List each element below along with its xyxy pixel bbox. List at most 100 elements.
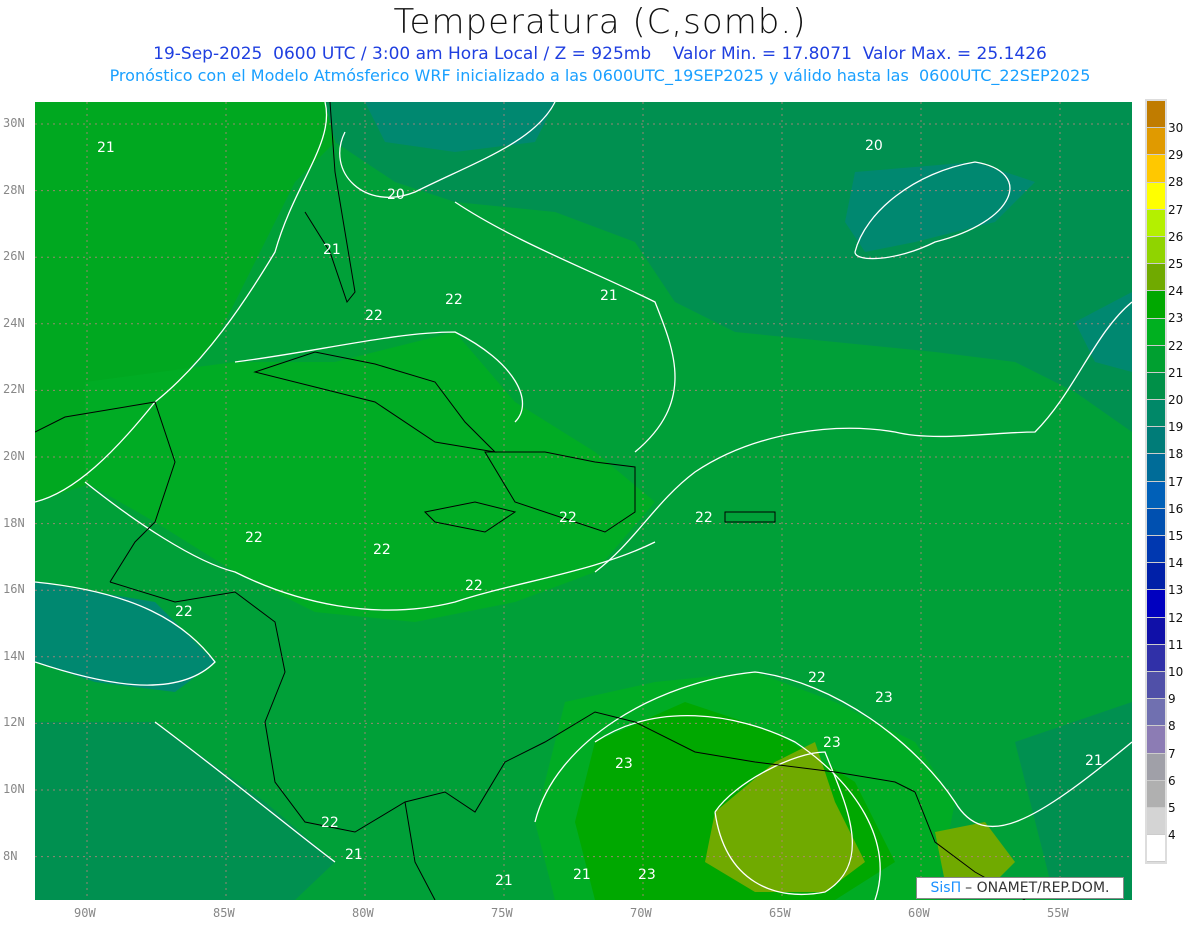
temperature-map: 21 20 20 21 22 22 21 22 22 22 22 22 22 2… [35, 102, 1132, 900]
lon-tick-label: 85W [213, 906, 235, 920]
color-swatch [1147, 400, 1165, 428]
contour-label: 20 [865, 138, 883, 154]
color-swatch [1147, 753, 1165, 781]
lat-tick-label: 28N [3, 182, 25, 197]
color-swatch [1147, 699, 1165, 727]
color-swatch [1147, 835, 1165, 863]
color-swatch [1147, 481, 1165, 509]
color-swatch [1147, 372, 1165, 401]
color-swatch [1147, 236, 1165, 265]
lon-tick-label: 65W [769, 906, 791, 920]
contour-label: 23 [638, 867, 656, 883]
contour-label: 22 [373, 542, 391, 558]
chart-title: Temperatura (C,somb.) [393, 2, 807, 42]
lat-tick-label: 16N [3, 582, 25, 597]
color-swatch [1147, 617, 1165, 645]
subtitle-model-info: Pronóstico con el Modelo Atmósferico WRF… [109, 66, 1091, 85]
color-swatch [1147, 345, 1165, 373]
color-swatch [1147, 508, 1165, 536]
color-swatch [1147, 264, 1165, 292]
lat-tick-label: 30N [3, 116, 25, 130]
color-bar-label: 19 [1168, 420, 1184, 435]
lon-tick-label: 55W [1047, 906, 1069, 920]
color-bar-label: 22 [1168, 338, 1184, 353]
contour-label: 22 [245, 530, 263, 546]
color-bar-label: 10 [1168, 665, 1184, 679]
lat-tick-label: 18N [3, 515, 25, 530]
color-bar-label: 14 [1168, 556, 1184, 571]
contour-label: 22 [365, 308, 383, 324]
color-bar-label: 26 [1168, 229, 1184, 244]
lat-tick-label: 22N [3, 382, 25, 397]
contour-label: 20 [387, 187, 405, 203]
lat-tick-label: 26N [3, 249, 25, 264]
color-bar-label: 28 [1168, 175, 1184, 190]
contour-label: 23 [875, 690, 893, 706]
logo-onamet: SisΠ – ONAMET/REP.DOM. [916, 877, 1124, 899]
lat-tick-label: 14N [3, 648, 25, 663]
color-bar-label: 15 [1168, 529, 1184, 543]
contour-label: 21 [97, 140, 115, 156]
color-bar-label: 4 [1168, 828, 1176, 843]
color-bar-label: 24 [1168, 284, 1184, 299]
subtitle-valid-time: 19-Sep-2025 0600 UTC / 3:00 am Hora Loca… [153, 44, 1047, 64]
contour-label: 21 [573, 867, 591, 883]
color-swatch [1147, 209, 1165, 237]
color-bar-label: 21 [1168, 365, 1184, 380]
contour-label: 21 [495, 873, 513, 889]
color-bar-label: 13 [1168, 583, 1184, 598]
color-bar-label: 11 [1168, 637, 1184, 652]
color-bar-label: 25 [1168, 257, 1184, 271]
color-swatch [1147, 101, 1165, 129]
color-swatch [1147, 454, 1165, 482]
color-swatch [1147, 671, 1165, 700]
lat-tick-label: 24N [3, 315, 25, 330]
contour-label: 22 [445, 292, 463, 308]
color-swatch [1147, 182, 1165, 210]
lat-tick-label: 12N [3, 715, 25, 730]
lon-tick-label: 90W [74, 906, 96, 920]
contour-label: 21 [1085, 753, 1103, 769]
contour-label: 21 [323, 242, 341, 258]
color-bar-label: 6 [1168, 773, 1176, 788]
color-bar-label: 30 [1168, 121, 1184, 135]
contour-label: 22 [559, 510, 577, 526]
lon-tick-label: 70W [630, 906, 652, 920]
color-bar-label: 29 [1168, 148, 1184, 163]
color-swatch [1147, 155, 1165, 183]
contour-label: 22 [321, 815, 339, 831]
lon-tick-label: 60W [908, 906, 930, 920]
lon-tick-label: 80W [352, 906, 374, 920]
color-swatch [1147, 780, 1165, 808]
color-bar-label: 18 [1168, 447, 1184, 462]
contour-label: 22 [465, 578, 483, 594]
color-swatch [1147, 536, 1165, 564]
color-swatch [1147, 807, 1165, 836]
color-swatch [1147, 427, 1165, 455]
lat-tick-label: 10N [3, 782, 25, 796]
color-swatch [1147, 128, 1165, 156]
color-bar [1145, 99, 1167, 865]
color-swatch [1147, 590, 1165, 618]
color-bar-label: 5 [1168, 801, 1176, 815]
contour-label: 22 [808, 670, 826, 686]
contour-label: 21 [600, 288, 618, 304]
color-bar-label: 23 [1168, 311, 1184, 326]
color-bar-label: 9 [1168, 692, 1176, 707]
color-swatch [1147, 291, 1165, 319]
color-swatch [1147, 644, 1165, 672]
contour-label: 23 [823, 735, 841, 751]
color-bar-label: 12 [1168, 610, 1184, 625]
color-bar-label: 7 [1168, 746, 1176, 761]
color-bar-label: 27 [1168, 202, 1184, 217]
contour-label: 21 [345, 847, 363, 863]
color-bar-label: 16 [1168, 501, 1184, 516]
color-bar-label: 8 [1168, 719, 1176, 734]
color-bar-label: 17 [1168, 474, 1184, 489]
contour-label: 22 [695, 510, 713, 526]
color-swatch [1147, 318, 1165, 346]
lat-tick-label: 8N [3, 848, 18, 863]
logo-text: – ONAMET/REP.DOM. [965, 880, 1110, 896]
color-swatch [1147, 563, 1165, 591]
logo-brand: SisΠ [930, 880, 962, 896]
